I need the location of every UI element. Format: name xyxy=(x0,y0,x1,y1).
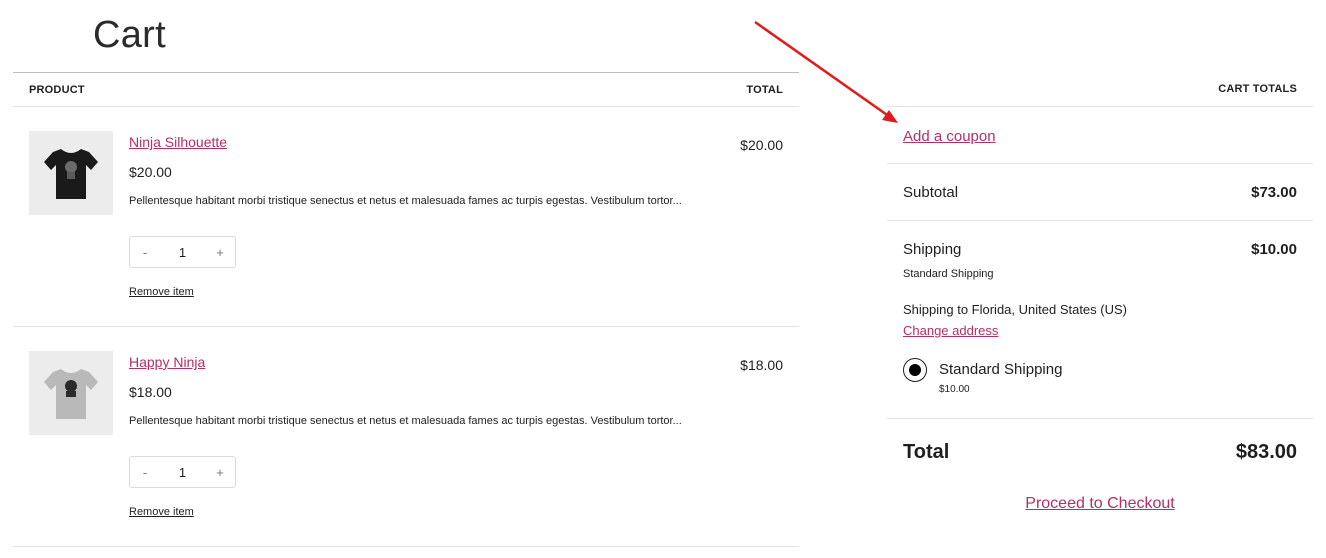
shipping-option-price: $10.00 xyxy=(939,384,970,395)
decrease-quantity-button[interactable]: - xyxy=(140,465,150,480)
remove-item-link[interactable]: Remove item xyxy=(129,506,194,518)
subtotal-row: Subtotal $73.00 xyxy=(887,164,1313,221)
cart-totals-title: CART TOTALS xyxy=(1218,83,1297,95)
shipping-option-name: Standard Shipping xyxy=(939,361,1063,378)
line-total: $18.00 xyxy=(740,357,783,373)
shipping-destination: Shipping to Florida, United States (US) xyxy=(903,302,1127,317)
product-description: Pellentesque habitant morbi tristique se… xyxy=(129,195,682,207)
product-description: Pellentesque habitant morbi tristique se… xyxy=(129,415,682,427)
proceed-to-checkout-button[interactable]: Proceed to Checkout xyxy=(887,495,1313,513)
increase-quantity-button[interactable]: + xyxy=(215,465,225,480)
quantity-stepper: - 1 + xyxy=(129,236,236,268)
remove-item-link[interactable]: Remove item xyxy=(129,286,194,298)
subtotal-value: $73.00 xyxy=(1251,184,1297,201)
page-title: Cart xyxy=(93,14,166,56)
product-thumbnail[interactable] xyxy=(29,351,113,435)
cart-totals-header: CART TOTALS xyxy=(887,72,1313,107)
cart-items-table: PRODUCT TOTAL Ninja Silhouette $20.00 Pe… xyxy=(13,72,799,547)
line-total: $20.00 xyxy=(740,137,783,153)
quantity-stepper: - 1 + xyxy=(129,456,236,488)
coupon-row: Add a coupon xyxy=(887,107,1313,164)
cart-table-header: PRODUCT TOTAL xyxy=(13,72,799,107)
increase-quantity-button[interactable]: + xyxy=(215,245,225,260)
tshirt-icon xyxy=(44,369,98,419)
shipping-row: Shipping $10.00 Standard Shipping Shippi… xyxy=(887,221,1313,419)
tshirt-icon xyxy=(44,149,98,199)
cart-item-row: Ninja Silhouette $20.00 Pellentesque hab… xyxy=(13,107,799,327)
product-name-link[interactable]: Ninja Silhouette xyxy=(129,134,227,150)
cart-item-row: Happy Ninja $18.00 Pellentesque habitant… xyxy=(13,327,799,547)
product-name-link[interactable]: Happy Ninja xyxy=(129,354,205,370)
shipping-option-radio[interactable] xyxy=(903,358,927,382)
subtotal-label: Subtotal xyxy=(903,184,959,201)
total-column-header: TOTAL xyxy=(746,84,783,96)
shipping-label: Shipping xyxy=(903,241,962,258)
product-price: $18.00 xyxy=(129,384,172,400)
shipping-method: Standard Shipping xyxy=(903,268,994,280)
total-value: $83.00 xyxy=(1235,441,1297,463)
order-total-row: Total $83.00 xyxy=(887,419,1313,483)
decrease-quantity-button[interactable]: - xyxy=(140,245,150,260)
total-label: Total xyxy=(903,441,950,463)
product-thumbnail[interactable] xyxy=(29,131,113,215)
product-price: $20.00 xyxy=(129,164,172,180)
change-address-link[interactable]: Change address xyxy=(903,323,998,338)
quantity-input[interactable]: 1 xyxy=(179,245,186,260)
shipping-value: $10.00 xyxy=(1251,241,1297,258)
quantity-input[interactable]: 1 xyxy=(179,465,186,480)
product-column-header: PRODUCT xyxy=(29,84,85,96)
add-coupon-link[interactable]: Add a coupon xyxy=(903,128,996,145)
radio-selected-dot xyxy=(909,364,921,376)
cart-totals-panel: CART TOTALS Add a coupon Subtotal $73.00… xyxy=(887,72,1313,512)
